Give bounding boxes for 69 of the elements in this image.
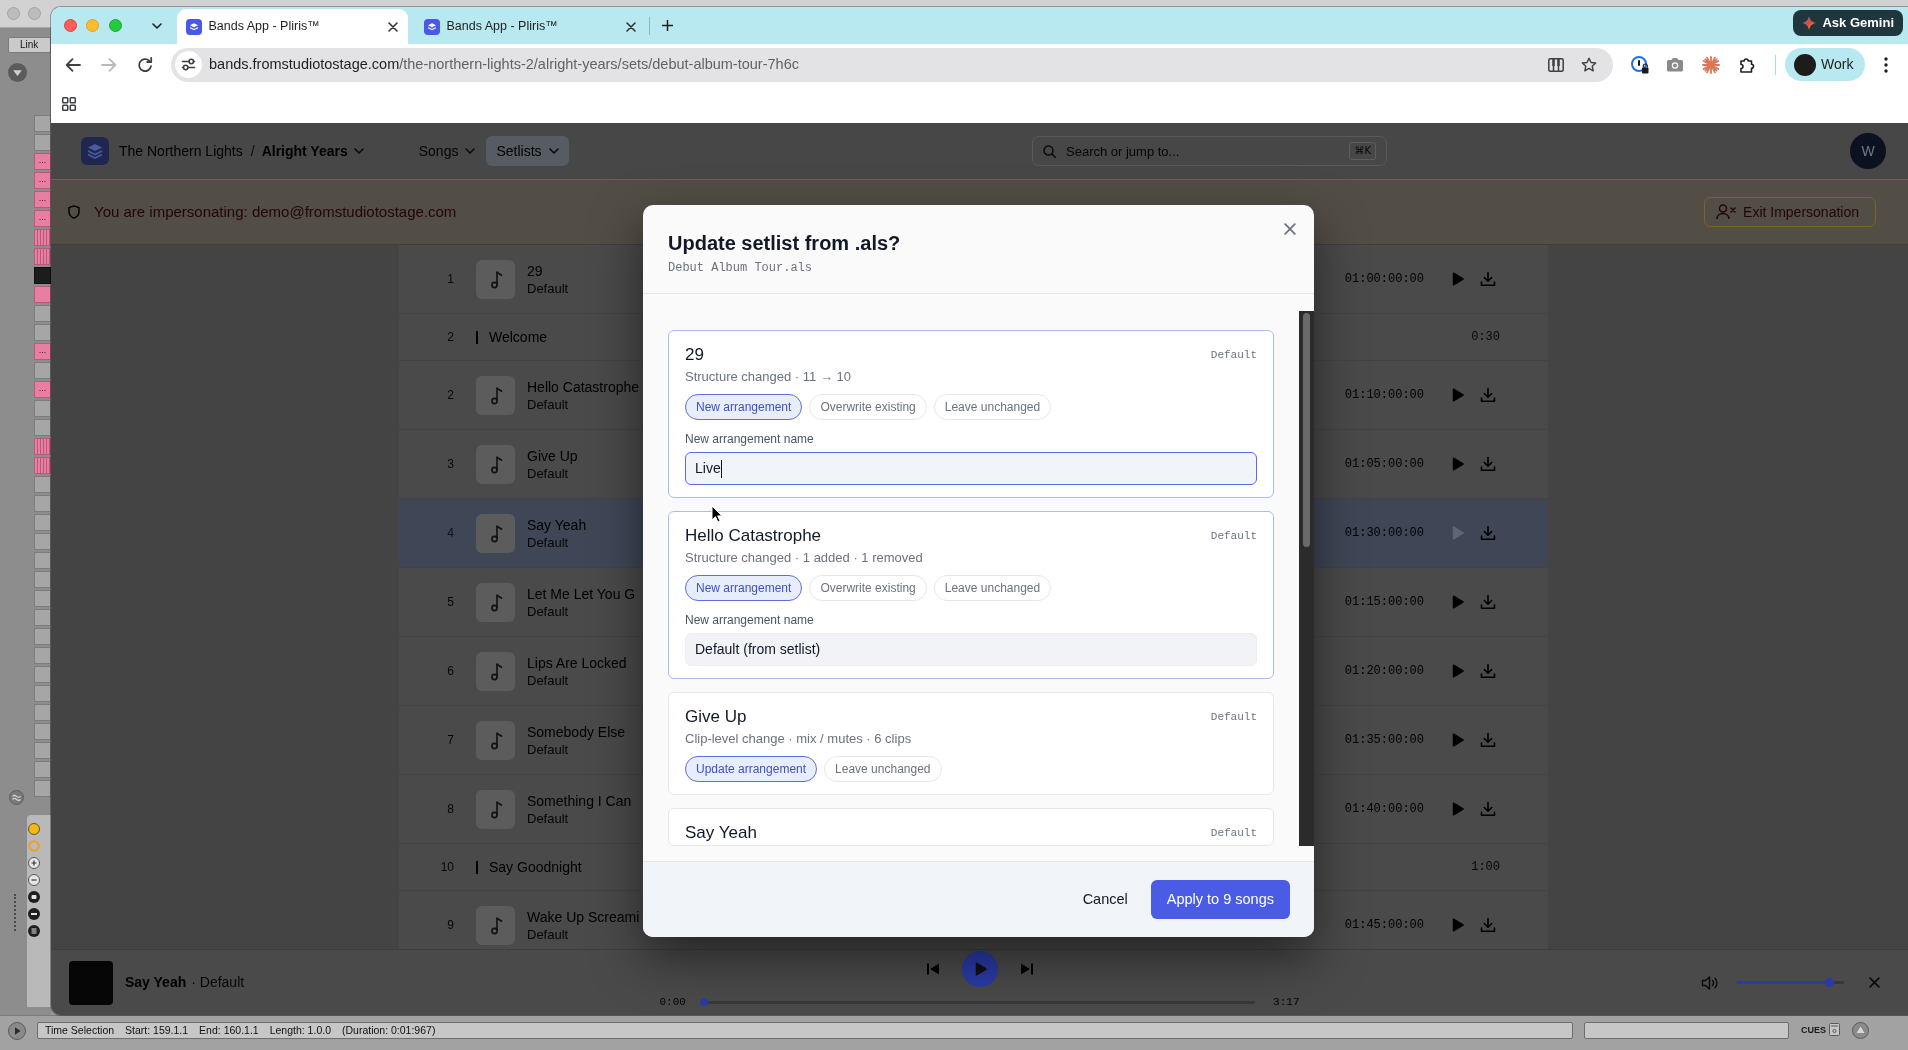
song-title: Say Yeah	[527, 515, 587, 534]
song-title: Give Up	[527, 446, 578, 465]
timecode: 01:35:00:00	[1344, 732, 1424, 749]
track-number: 6	[446, 663, 454, 680]
status-text: (Duration: 0:01:967)	[342, 1023, 436, 1038]
arrangement-label: Default	[527, 671, 570, 689]
impersonation-message: You are impersonating: demo@fromstudiotostage.com	[94, 201, 457, 222]
track-number: 1	[446, 271, 454, 288]
song-title: 29	[527, 261, 544, 280]
file-name: Debut Album Tour.als	[668, 260, 814, 276]
song-title: Give Up	[685, 707, 747, 727]
track-number: 3	[446, 456, 454, 473]
track-number: 9	[446, 917, 454, 934]
arrangement-tag: Default	[1210, 346, 1257, 364]
track-number: 8	[446, 801, 454, 818]
song-title: Wake Up Screami	[527, 907, 640, 926]
timecode: 01:30:00:00	[1344, 525, 1424, 542]
arrangement-label: Default	[527, 925, 570, 943]
status-text: End: 160.1.1	[199, 1023, 259, 1038]
now-playing-arrangement: · Default	[191, 973, 245, 992]
song-title: Hello Catastrophe	[527, 377, 640, 396]
change-summary: Structure changed · 11 → 10	[685, 368, 852, 386]
now-playing-title: Say Yeah	[125, 973, 187, 992]
arrangement-label: Default	[527, 740, 570, 758]
song-title: Say Yeah	[685, 823, 757, 843]
arrangement-tag: Default	[1210, 708, 1257, 726]
arrangement-tag: Default	[1210, 527, 1257, 545]
cues-label: CUES	[1801, 1024, 1826, 1036]
timecode: 01:40:00:00	[1344, 801, 1424, 818]
arrangement-label: Default	[527, 602, 570, 620]
shortcut-hint: ⌘K	[1349, 142, 1376, 160]
dialog-title: Update setlist from .als?	[668, 231, 901, 256]
breadcrumb-separator: /	[250, 141, 255, 161]
arrangement-label: Default	[527, 395, 570, 413]
song-title: Lips Are Locked	[527, 653, 627, 672]
timecode: 01:10:00:00	[1344, 387, 1424, 404]
section-duration: 0:30	[1471, 329, 1500, 346]
timecode: 01:05:00:00	[1344, 456, 1424, 473]
arrangement-label: Default	[527, 533, 570, 551]
field-label: New arrangement name	[685, 431, 815, 447]
timecode: 01:00:00:00	[1344, 271, 1424, 288]
status-text: Time Selection	[45, 1023, 115, 1038]
status-text: Start: 159.1.1	[125, 1023, 189, 1038]
song-title: Somebody Else	[527, 722, 626, 741]
track-number: 5	[446, 594, 454, 611]
timecode: 01:15:00:00	[1344, 594, 1424, 611]
section-title: Say Goodnight	[489, 857, 582, 877]
arrangement-label: Default	[527, 279, 569, 297]
track-number: 2	[446, 387, 454, 404]
song-title: Let Me Let You G	[527, 584, 636, 603]
arrangement-label: Default	[527, 464, 570, 482]
song-title: Something I Can	[527, 791, 632, 810]
elapsed-time: 0:00	[659, 994, 686, 1010]
section-duration: 1:00	[1471, 859, 1500, 876]
section-title: Welcome	[489, 327, 548, 347]
field-label: New arrangement name	[685, 612, 815, 628]
track-number: 10	[439, 859, 454, 876]
track-number: 2	[446, 329, 454, 346]
track-number: 7	[446, 732, 454, 749]
timecode: 01:45:00:00	[1344, 917, 1424, 934]
change-summary: Structure changed · 1 added · 1 removed	[685, 549, 924, 567]
status-text: Length: 1.0.0	[269, 1023, 331, 1038]
total-time: 3:17	[1273, 994, 1300, 1010]
arrangement-label: Default	[527, 809, 570, 827]
song-title: 29	[685, 345, 704, 365]
timecode: 01:20:00:00	[1344, 663, 1424, 680]
song-title: Hello Catastrophe	[685, 526, 822, 546]
change-summary: Clip-level change · mix / mutes · 6 clips	[685, 730, 913, 748]
arrangement-tag: Default	[1210, 824, 1257, 842]
